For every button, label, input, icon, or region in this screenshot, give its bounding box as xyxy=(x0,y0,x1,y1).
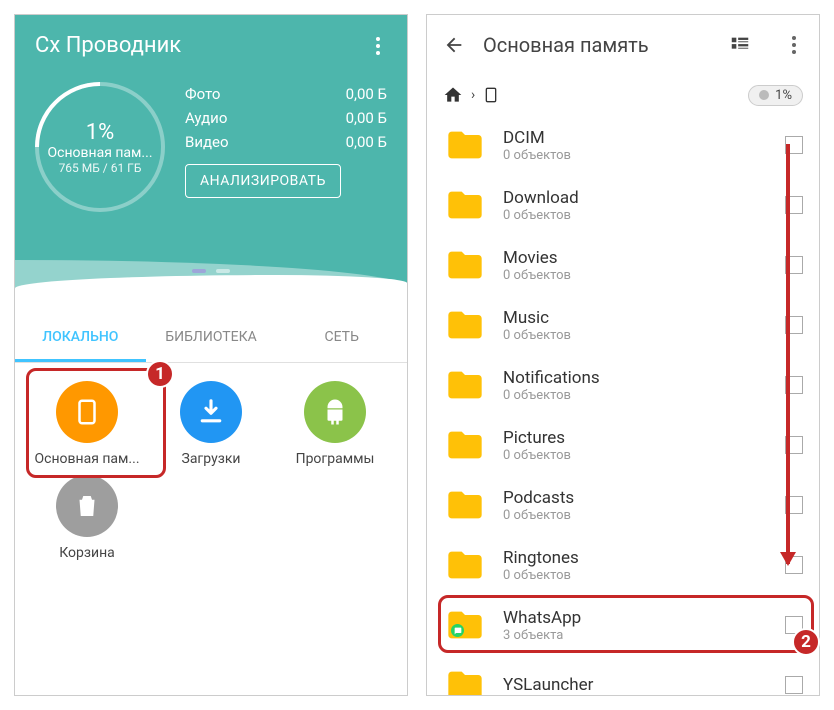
folder-count: 0 объектов xyxy=(503,568,769,583)
folder-item[interactable]: Podcasts0 объектов xyxy=(427,475,819,535)
folder-name: Ringtones xyxy=(503,548,769,568)
folder-count: 0 объектов xyxy=(503,148,769,163)
folder-count: 0 объектов xyxy=(503,508,769,523)
annotation-number-1: 1 xyxy=(146,360,174,388)
checkbox[interactable] xyxy=(785,676,803,694)
device-icon[interactable] xyxy=(483,85,499,105)
folder-icon xyxy=(443,485,487,525)
android-icon xyxy=(304,381,366,443)
folder-count: 0 объектов xyxy=(503,328,769,343)
stat-label: Фото xyxy=(185,85,220,103)
folder-item[interactable]: Pictures0 объектов xyxy=(427,415,819,475)
folder-icon xyxy=(443,545,487,585)
view-list-icon[interactable] xyxy=(727,34,753,56)
folder-header: Основная память xyxy=(427,15,819,75)
back-icon[interactable] xyxy=(443,34,465,56)
breadcrumb-sep: › xyxy=(471,87,475,103)
app-title: Cx Проводник xyxy=(35,33,181,58)
local-item[interactable]: Корзина xyxy=(29,475,145,561)
folder-name: Pictures xyxy=(503,428,769,448)
tab-network[interactable]: СЕТЬ xyxy=(276,315,407,362)
annotation-highlight xyxy=(26,368,166,478)
folder-item[interactable]: YSLauncher xyxy=(427,655,819,696)
folder-count: 0 объектов xyxy=(503,268,769,283)
folder-count: 0 объектов xyxy=(503,388,769,403)
storage-name: Основная пам... xyxy=(47,145,152,161)
download-icon xyxy=(180,381,242,443)
folder-name: DCIM xyxy=(503,128,769,148)
local-item[interactable]: Программы xyxy=(277,381,393,467)
stat-value: 0,00 Б xyxy=(346,109,387,127)
folder-item[interactable]: Download0 объектов xyxy=(427,175,819,235)
folder-count: 0 объектов xyxy=(503,208,769,223)
local-item[interactable]: Загрузки xyxy=(153,381,269,467)
folder-name: Download xyxy=(503,188,769,208)
folder-item[interactable]: DCIM0 объектов xyxy=(427,115,819,175)
folder-icon xyxy=(443,365,487,405)
local-item-label: Программы xyxy=(296,451,375,467)
storage-size: 765 МБ / 61 ГБ xyxy=(59,161,142,175)
annotation-highlight xyxy=(438,595,814,653)
overflow-menu-icon[interactable] xyxy=(785,33,803,57)
storage-ring[interactable]: 1% Основная пам... 765 МБ / 61 ГБ xyxy=(35,82,165,212)
tab-local[interactable]: ЛОКАЛЬНО xyxy=(15,315,146,362)
media-stats: Фото 0,00 Б Аудио 0,00 Б Видео 0,00 Б АНАЛИ… xyxy=(185,82,387,212)
folder-name: YSLauncher xyxy=(503,675,769,695)
folder-name: Music xyxy=(503,308,769,328)
folder-count: 0 объектов xyxy=(503,448,769,463)
folder-item[interactable]: Ringtones0 объектов xyxy=(427,535,819,595)
storage-pill[interactable]: 1% xyxy=(748,85,803,106)
folder-icon xyxy=(443,425,487,465)
folder-item[interactable]: Movies0 объектов xyxy=(427,235,819,295)
annotation-arrow xyxy=(786,144,790,564)
folder-icon xyxy=(443,665,487,696)
folder-screen: Основная память › 1% DCIM0 объектовDownl… xyxy=(426,14,820,696)
stat-label: Видео xyxy=(185,133,229,151)
breadcrumb: › 1% xyxy=(427,75,819,115)
annotation-number-2: 2 xyxy=(792,628,820,656)
folder-name: Notifications xyxy=(503,368,769,388)
overflow-menu-icon[interactable] xyxy=(369,34,387,58)
folder-name: Movies xyxy=(503,248,769,268)
folder-title: Основная память xyxy=(483,33,709,57)
trash-icon xyxy=(56,475,118,537)
analyze-button[interactable]: АНАЛИЗИРОВАТЬ xyxy=(185,164,341,198)
storage-percent: 1% xyxy=(86,120,114,145)
folder-icon xyxy=(443,125,487,165)
stat-value: 0,00 Б xyxy=(346,85,387,103)
stat-value: 0,00 Б xyxy=(346,133,387,151)
home-header: Cx Проводник 1% Основная пам... 765 МБ /… xyxy=(15,15,407,315)
tab-bar: ЛОКАЛЬНО БИБЛИОТЕКА СЕТЬ xyxy=(15,315,407,363)
stat-label: Аудио xyxy=(185,109,227,127)
local-item-label: Загрузки xyxy=(182,451,241,467)
local-item-label: Корзина xyxy=(59,545,115,561)
home-icon[interactable] xyxy=(443,85,463,105)
folder-item[interactable]: Notifications0 объектов xyxy=(427,355,819,415)
folder-icon xyxy=(443,245,487,285)
home-screen: Cx Проводник 1% Основная пам... 765 МБ /… xyxy=(14,14,408,696)
folder-icon xyxy=(443,305,487,345)
tab-library[interactable]: БИБЛИОТЕКА xyxy=(146,315,277,362)
folder-item[interactable]: Music0 объектов xyxy=(427,295,819,355)
folder-icon xyxy=(443,185,487,225)
folder-name: Podcasts xyxy=(503,488,769,508)
